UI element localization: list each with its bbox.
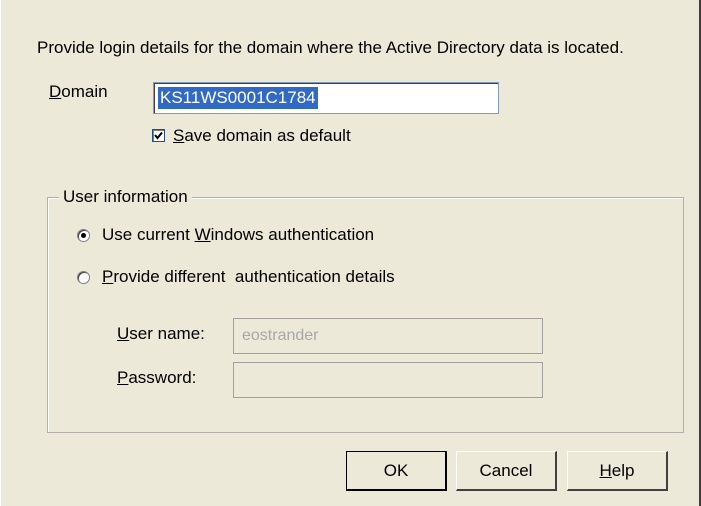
password-label-rest: assword: xyxy=(128,368,197,387)
password-input[interactable] xyxy=(233,362,543,398)
different-auth-mnemonic: P xyxy=(102,267,114,286)
domain-input-value: KS11WS0001C1784 xyxy=(158,87,318,109)
windows-auth-label-pre: Use current xyxy=(102,225,195,244)
windows-auth-radio[interactable] xyxy=(77,229,90,242)
save-domain-label[interactable]: Save domain as default xyxy=(173,126,351,146)
different-auth-label-post: rovide different authentication details xyxy=(113,267,395,286)
ok-button-label: OK xyxy=(383,460,409,480)
windows-auth-label[interactable]: Use current Windows authentication xyxy=(102,225,374,245)
domain-label: Domain xyxy=(49,82,108,102)
help-button-mnemonic: H xyxy=(599,460,612,480)
save-domain-mnemonic: S xyxy=(173,126,185,145)
windows-auth-mnemonic: W xyxy=(194,225,211,244)
username-mnemonic: U xyxy=(117,324,130,343)
login-dialog: Provide login details for the domain whe… xyxy=(0,0,701,506)
save-domain-checkbox[interactable] xyxy=(152,129,165,142)
ok-button[interactable]: OK xyxy=(346,451,447,491)
save-domain-label-rest: ave domain as default xyxy=(184,126,351,145)
domain-label-mnemonic: D xyxy=(49,82,62,101)
password-mnemonic: P xyxy=(117,368,129,387)
help-button[interactable]: Help xyxy=(567,451,668,491)
cancel-button[interactable]: Cancel xyxy=(456,451,557,491)
username-input[interactable]: eostrander xyxy=(233,318,543,354)
user-information-legend: User information xyxy=(59,187,192,207)
username-label: User name: xyxy=(117,324,205,344)
username-label-rest: ser name: xyxy=(129,324,205,343)
help-button-label-rest: elp xyxy=(611,460,635,480)
checkmark-icon xyxy=(154,131,163,140)
different-auth-label[interactable]: Provide different authentication details xyxy=(102,267,395,287)
radio-selected-dot xyxy=(81,233,86,238)
instructions-text: Provide login details for the domain whe… xyxy=(37,38,624,57)
domain-label-rest: omain xyxy=(61,82,108,101)
username-value: eostrander xyxy=(242,327,319,344)
password-label: Password: xyxy=(117,368,196,388)
windows-auth-label-post: indows authentication xyxy=(210,225,375,244)
different-auth-radio[interactable] xyxy=(77,271,90,284)
cancel-button-label: Cancel xyxy=(479,460,533,480)
domain-input[interactable]: KS11WS0001C1784 xyxy=(153,82,499,114)
